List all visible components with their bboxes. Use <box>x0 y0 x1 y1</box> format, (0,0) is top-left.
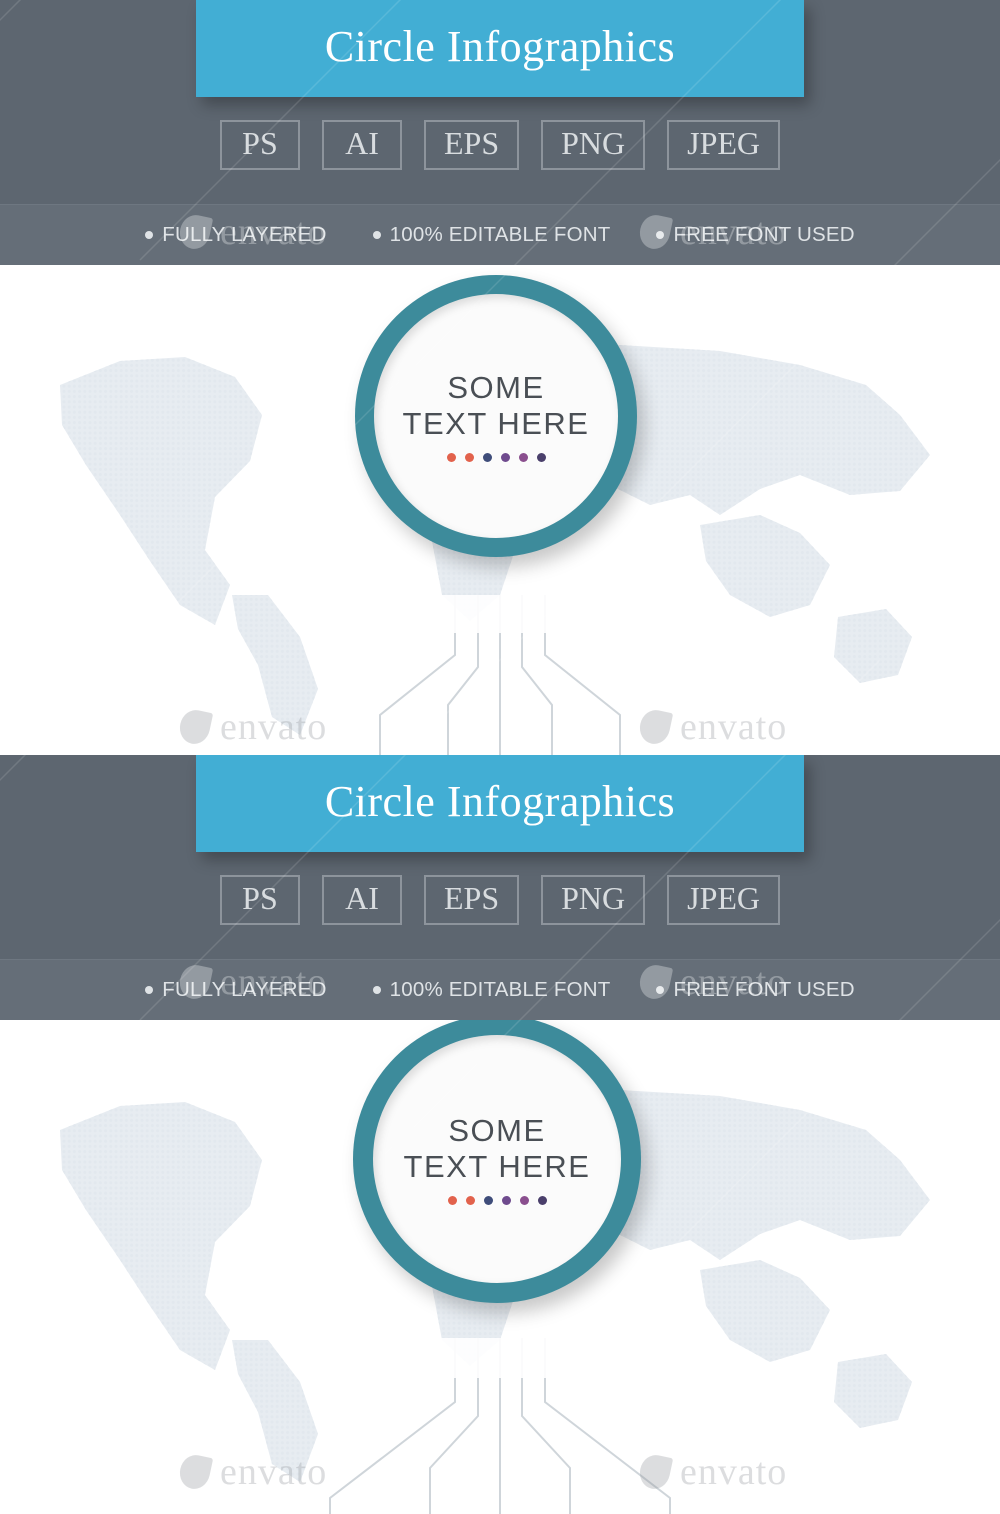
feature-editable-font: 100% EDITABLE FONT <box>372 223 611 247</box>
page-title-2: Circle Infographics <box>324 776 676 826</box>
format-badge-jpeg: JPEG <box>667 120 781 170</box>
accent-dot <box>447 1196 457 1206</box>
bullet-dot-icon <box>372 231 381 239</box>
bullet-dot-icon <box>656 231 665 239</box>
outer-teal-ring-2: SOME TEXT HERE <box>353 1020 641 1303</box>
panel-2-circle-graphic: SOME TEXT HERE <box>0 1020 1000 1514</box>
format-badge-ps-2: PS <box>219 875 300 925</box>
panel-1-artwork: SOME TEXT HERE <box>0 265 1000 755</box>
circle-accent-dots-2 <box>447 1196 547 1206</box>
accent-dot <box>518 453 528 463</box>
panel-1-title-banner: Circle Infographics <box>196 0 804 97</box>
inner-white-circle-2: SOME TEXT HERE <box>373 1035 621 1283</box>
feature-label: 100% EDITABLE FONT <box>389 978 611 1001</box>
format-badge-png: PNG <box>541 120 646 170</box>
circle-text-line-1-2: SOME <box>448 1112 546 1148</box>
accent-dot <box>501 1196 511 1206</box>
outer-teal-ring: SOME TEXT HERE <box>355 275 637 557</box>
feature-label: FREE FONT USED <box>673 978 855 1001</box>
circle-accent-dots <box>446 453 546 463</box>
bullet-dot-icon <box>656 986 665 994</box>
inner-white-circle: SOME TEXT HERE <box>374 294 618 538</box>
panel-1-format-list: PS AI EPS PNG JPEG <box>0 120 1000 170</box>
feature-free-font: FREE FONT USED <box>656 223 855 247</box>
accent-dot <box>446 453 456 463</box>
feature-label: FULLY LAYERED <box>162 223 327 246</box>
format-badge-eps-2: EPS <box>423 875 520 925</box>
circle-text-line-2-2: TEXT HERE <box>403 1148 591 1184</box>
accent-dot <box>483 1196 493 1206</box>
preview-panel-1: Circle Infographics PS AI EPS PNG JPEG F… <box>0 0 1000 755</box>
accent-dot <box>536 453 546 463</box>
feature-editable-font-2: 100% EDITABLE FONT <box>372 978 611 1002</box>
panel-1-feature-list: FULLY LAYERED 100% EDITABLE FONT FREE FO… <box>0 204 1000 265</box>
format-badge-jpeg-2: JPEG <box>667 875 781 925</box>
format-badge-ai-2: AI <box>321 875 402 925</box>
feature-label: 100% EDITABLE FONT <box>389 223 611 246</box>
accent-dot <box>500 453 510 463</box>
bullet-dot-icon <box>145 986 154 994</box>
feature-free-font-2: FREE FONT USED <box>656 978 855 1002</box>
panel-2-header-top: Circle Infographics PS AI EPS PNG JPEG <box>0 755 1000 959</box>
page-title: Circle Infographics <box>324 21 676 71</box>
format-badge-eps: EPS <box>423 120 520 170</box>
panel-1-circle-graphic: SOME TEXT HERE <box>0 265 1000 755</box>
accent-dot <box>464 453 474 463</box>
accent-dot <box>465 1196 475 1206</box>
preview-panel-2: Circle Infographics PS AI EPS PNG JPEG F… <box>0 755 1000 1514</box>
bullet-dot-icon <box>145 231 154 239</box>
accent-dot <box>482 453 492 463</box>
format-badge-png-2: PNG <box>541 875 646 925</box>
panel-2-format-list: PS AI EPS PNG JPEG <box>0 875 1000 925</box>
panel-2-title-banner: Circle Infographics <box>196 755 804 852</box>
panel-2-header: Circle Infographics PS AI EPS PNG JPEG F… <box>0 755 1000 1020</box>
panel-2-artwork: SOME TEXT HERE <box>0 1020 1000 1514</box>
feature-fully-layered: FULLY LAYERED <box>145 223 326 247</box>
accent-dot <box>519 1196 529 1206</box>
feature-fully-layered-2: FULLY LAYERED <box>145 978 326 1002</box>
feature-label: FULLY LAYERED <box>162 978 327 1001</box>
accent-dot <box>537 1196 547 1206</box>
bullet-dot-icon <box>372 986 381 994</box>
circle-text-line-2: TEXT HERE <box>402 405 590 441</box>
panel-2-feature-list: FULLY LAYERED 100% EDITABLE FONT FREE FO… <box>0 959 1000 1020</box>
panel-1-header: Circle Infographics PS AI EPS PNG JPEG F… <box>0 0 1000 265</box>
circle-text-line-1: SOME <box>447 369 545 405</box>
format-badge-ps: PS <box>219 120 300 170</box>
format-badge-ai: AI <box>321 120 402 170</box>
feature-label: FREE FONT USED <box>673 223 855 246</box>
panel-1-header-top: Circle Infographics PS AI EPS PNG JPEG <box>0 0 1000 204</box>
